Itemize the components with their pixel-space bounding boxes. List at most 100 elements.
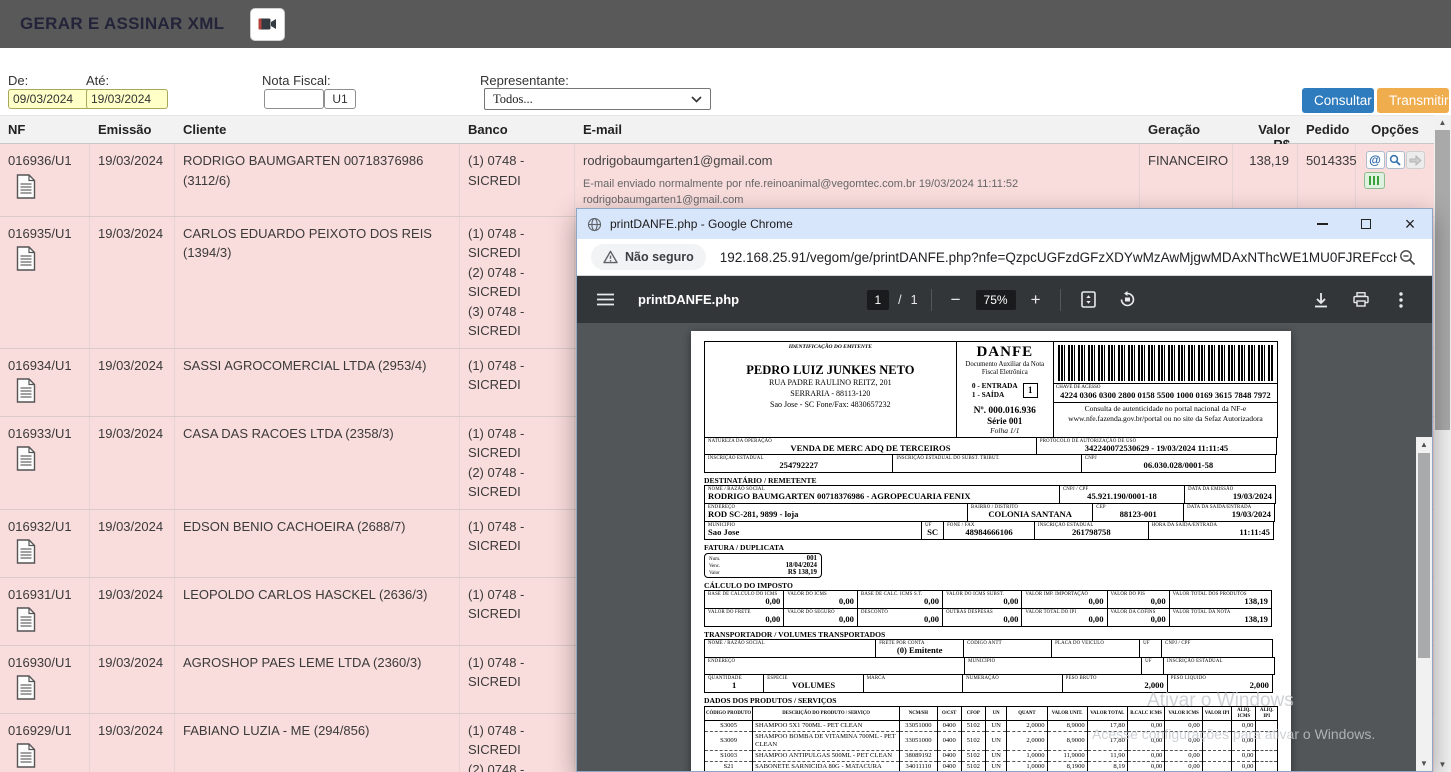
produtos-cell: UN <box>985 732 1006 751</box>
danfe-field: CNPJ / CPF <box>1161 639 1273 658</box>
date-from-input[interactable] <box>8 89 90 109</box>
maximize-button[interactable] <box>1344 209 1388 239</box>
produtos-cell: 1,0000 <box>1007 751 1047 762</box>
url-text[interactable]: 192.168.25.91/vegom/ge/printDANFE.php?nf… <box>720 250 1397 265</box>
banco-line: (1) 0748 - SICREDI <box>468 517 566 556</box>
danfe-field-value <box>1143 646 1158 656</box>
produtos-cell: 0,00 <box>1165 721 1202 732</box>
produtos-cell: 0400 <box>937 721 961 732</box>
fit-page-icon[interactable] <box>1074 285 1104 315</box>
representante-select[interactable]: Todos... <box>484 88 711 110</box>
menu-icon[interactable] <box>593 289 618 310</box>
consultar-button[interactable]: Consultar <box>1302 88 1374 113</box>
security-chip[interactable]: Não seguro <box>591 244 706 270</box>
banco-line: (3) 0748 - SICREDI <box>468 302 566 341</box>
page-title: GERAR E ASSINAR XML <box>20 14 224 34</box>
pdf-scrollbar-thumb[interactable] <box>1418 453 1430 658</box>
produtos-cell <box>1256 762 1278 772</box>
produtos-cell: 0,00 <box>1232 751 1256 762</box>
email-option-button[interactable]: @ <box>1366 151 1385 169</box>
page-count-separator: / <box>898 293 901 307</box>
close-icon: × <box>1405 215 1416 233</box>
rotate-icon[interactable] <box>1113 285 1143 315</box>
minimize-button[interactable] <box>1300 209 1344 239</box>
danfe-operation-rows: NATUREZA DA OPERAÇÃOVENDA DE MERC ADQ DE… <box>704 437 1278 474</box>
produtos-cell: 0,00 <box>1165 732 1202 751</box>
pdf-viewport[interactable]: IDENTIFICAÇÃO DO EMITENTE PEDRO LUIZ JUN… <box>577 323 1432 771</box>
boleto-option-button[interactable] <box>1364 172 1385 189</box>
more-options-icon[interactable] <box>1386 285 1416 315</box>
document-icon[interactable] <box>16 607 36 638</box>
banco-line: (2) 0748 - SICREDI <box>468 463 566 502</box>
main-scrollbar[interactable]: ▲ ▼ <box>1434 115 1451 772</box>
danfe-row: VALOR DO FRETE0,00VALOR DO SEGURO0,00DES… <box>704 608 1278 627</box>
produtos-cell: 38089192 <box>900 751 937 762</box>
scroll-up-arrow[interactable]: ▲ <box>1434 115 1451 130</box>
document-icon[interactable] <box>16 675 36 706</box>
print-icon[interactable] <box>1346 285 1376 315</box>
danfe-field: CNPJ06.030.028/0001-58 <box>1081 454 1276 473</box>
transmitir-button[interactable]: Transmitir <box>1377 88 1449 113</box>
danfe-row: MUNICÍPIOSao JoseUFSCFONE / FAX489846661… <box>704 521 1278 540</box>
email-status: E-mail enviado normalmente por nfe.reino… <box>583 176 1131 209</box>
danfe-field-value <box>896 461 1077 471</box>
danfe-field-value: 06.030.028/0001-58 <box>1085 461 1272 471</box>
pdf-scroll-up-arrow[interactable]: ▲ <box>1416 437 1432 452</box>
emissao-cell: 19/03/2024 <box>90 217 175 348</box>
document-icon[interactable] <box>16 539 36 570</box>
zoom-level[interactable]: 75% <box>976 290 1016 310</box>
nota-fiscal-input[interactable] <box>264 89 324 109</box>
page-number-input[interactable]: 1 <box>866 290 889 310</box>
view-danfe-option-button[interactable] <box>1386 151 1405 169</box>
date-from-label: De: <box>8 73 28 88</box>
download-icon[interactable] <box>1306 285 1336 315</box>
danfe-field: MARCA <box>863 674 963 693</box>
danfe-field-value: 19/03/2024 <box>1187 510 1271 520</box>
popup-title-bar[interactable]: printDANFE.php - Google Chrome × <box>577 209 1432 239</box>
danfe-field-value: 0,00 <box>861 597 939 607</box>
danfe-tipo-box: 1 <box>1023 383 1038 398</box>
barcode-icon <box>1369 176 1381 185</box>
page-zoom-icon[interactable] <box>1397 247 1418 268</box>
nota-fiscal-series-input[interactable] <box>324 89 356 109</box>
date-to-input[interactable] <box>86 89 168 109</box>
danfe-field: CODIGO ANTT <box>963 639 1052 658</box>
video-button[interactable] <box>250 8 285 41</box>
document-icon[interactable] <box>16 174 36 205</box>
banco-cell: (1) 0748 - SICREDI <box>460 144 575 216</box>
column-header-nf: NF <box>0 116 90 143</box>
nf-number: 016932/U1 <box>8 517 81 537</box>
zoom-in-button[interactable]: + <box>1025 290 1047 309</box>
valor-cell: 138,19 <box>1233 144 1298 216</box>
pdf-scroll-down-arrow[interactable]: ▼ <box>1416 756 1432 771</box>
scroll-down-arrow[interactable]: ▼ <box>1434 757 1451 772</box>
danfe-row: BASE DE CALCULO DO ICMS0,00VALOR DO ICMS… <box>704 590 1278 609</box>
document-icon[interactable] <box>16 378 36 409</box>
address-bar[interactable]: Não seguro 192.168.25.91/vegom/ge/printD… <box>577 239 1432 276</box>
video-camera-icon <box>258 17 277 31</box>
document-icon[interactable] <box>16 743 36 772</box>
produtos-cell: 1,0000 <box>1007 762 1047 772</box>
danfe-field: FRETE POR CONTA(0) Emitente <box>875 639 964 658</box>
transmit-option-button[interactable] <box>1406 151 1425 169</box>
nf-number: 016934/U1 <box>8 356 81 376</box>
toolbar-divider <box>931 289 932 311</box>
cliente-cell: AGROSHOP PAES LEME LTDA (2360/3) <box>175 646 460 713</box>
zoom-out-button[interactable]: − <box>945 290 967 309</box>
column-header-email: E-mail <box>575 116 1140 143</box>
danfe-field: NUMERAÇÃO <box>962 674 1062 693</box>
danfe-row: NOME / RAZÃO SOCIALRODRIGO BAUMGARTEN 00… <box>704 485 1278 504</box>
main-scrollbar-thumb[interactable] <box>1435 130 1450 430</box>
banco-line: (2) 0748 - SICREDI <box>468 263 566 302</box>
document-icon[interactable] <box>16 446 36 477</box>
danfe-field-value <box>967 646 1048 656</box>
document-icon[interactable] <box>16 246 36 277</box>
danfe-field: VALOR TOTAL DO IPI0,00 <box>1021 608 1107 627</box>
produtos-cell: 0,00 <box>1127 751 1164 762</box>
danfe-field-value: Sao Jose <box>708 528 918 538</box>
warning-icon <box>603 250 618 264</box>
date-to-label: Até: <box>86 73 109 88</box>
pdf-scrollbar[interactable]: ▲ ▼ <box>1416 437 1432 771</box>
close-button[interactable]: × <box>1388 209 1432 239</box>
danfe-imposto-rows: BASE DE CALCULO DO ICMS0,00VALOR DO ICMS… <box>704 590 1278 627</box>
